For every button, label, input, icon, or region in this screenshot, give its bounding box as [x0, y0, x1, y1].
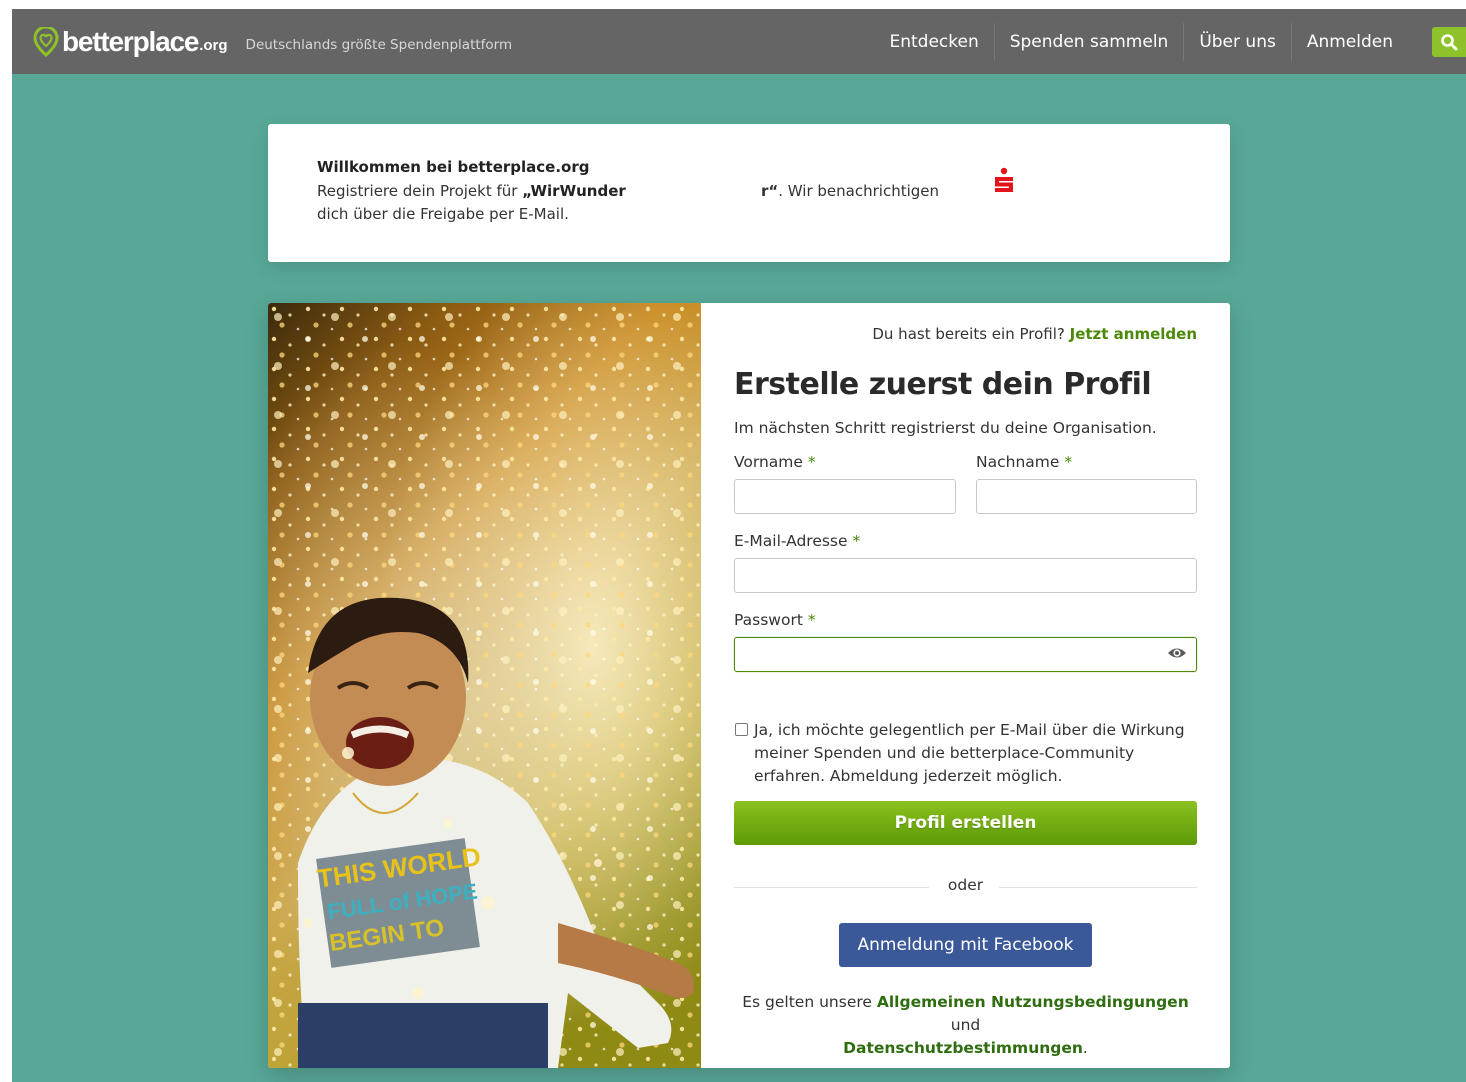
nav-ueber-uns[interactable]: Über uns	[1183, 22, 1291, 61]
betterplace-logo[interactable]: betterplace .org	[32, 26, 228, 58]
logo-wordmark: betterplace	[62, 25, 199, 57]
login-hint-text: Du hast bereits ein Profil?	[872, 325, 1070, 343]
login-link[interactable]: Jetzt anmelden	[1070, 325, 1197, 343]
nav-spenden-sammeln[interactable]: Spenden sammeln	[993, 22, 1184, 61]
firstname-label-text: Vorname	[734, 453, 803, 471]
lastname-label-text: Nachname	[976, 453, 1060, 471]
firstname-input[interactable]	[734, 479, 956, 514]
firstname-label: Vorname *	[734, 453, 816, 471]
registration-card: THIS WORLD FULL of HOPE BEGIN TO Du hast…	[268, 303, 1230, 1068]
email-label-text: E-Mail-Adresse	[734, 532, 848, 550]
terms-notice: Es gelten unsere Allgemeinen Nutzungsbed…	[734, 991, 1197, 1060]
required-mark: *	[852, 532, 861, 550]
show-password-eye-icon[interactable]	[1167, 646, 1187, 660]
terms-prefix: Es gelten unsere	[742, 993, 877, 1011]
welcome-title: Willkommen bei betterplace.org	[317, 158, 590, 176]
facebook-login-button[interactable]: Anmeldung mit Facebook	[839, 923, 1092, 967]
welcome-text-line1: Registriere dein Projekt für „WirWunder	[317, 182, 626, 200]
terms-link[interactable]: Allgemeinen Nutzungsbedingungen	[877, 993, 1189, 1011]
newsletter-checkbox[interactable]	[735, 723, 748, 736]
privacy-link[interactable]: Datenschutzbestimmungen	[843, 1039, 1083, 1057]
terms-suffix: .	[1082, 1039, 1088, 1057]
campaign-name-end: r“	[761, 182, 779, 200]
campaign-name: „WirWunder	[522, 182, 626, 200]
password-input[interactable]	[734, 637, 1197, 672]
welcome-text-end: . Wir benachrichtigen	[778, 182, 940, 200]
welcome-card: Willkommen bei betterplace.org Registrie…	[268, 124, 1230, 262]
main-nav: Entdecken Spenden sammeln Über uns Anmel…	[874, 9, 1408, 74]
heart-pin-icon	[33, 26, 59, 57]
divider-or: oder	[947, 876, 984, 894]
search-button[interactable]	[1432, 27, 1466, 57]
email-input[interactable]	[734, 558, 1197, 593]
required-mark: *	[1064, 453, 1073, 471]
welcome-text-prefix: Registriere dein Projekt für	[317, 182, 523, 200]
welcome-text-line1-end: r“. Wir benachrichtigen	[761, 182, 939, 200]
welcome-text-line2: dich über die Freigabe per E-Mail.	[317, 205, 569, 223]
email-label: E-Mail-Adresse *	[734, 532, 860, 550]
search-icon	[1441, 34, 1458, 51]
nav-entdecken[interactable]: Entdecken	[874, 23, 993, 61]
logo-tld: .org	[199, 37, 228, 54]
create-profile-button[interactable]: Profil erstellen	[734, 801, 1197, 845]
top-navigation-bar: betterplace .org Deutschlands größte Spe…	[12, 9, 1466, 74]
sparkasse-icon	[995, 167, 1013, 192]
nav-anmelden[interactable]: Anmelden	[1290, 22, 1408, 61]
terms-and: und	[950, 1016, 981, 1034]
lastname-label: Nachname *	[976, 453, 1072, 471]
hero-photo: THIS WORLD FULL of HOPE BEGIN TO	[268, 303, 701, 1068]
login-hint: Du hast bereits ein Profil? Jetzt anmeld…	[872, 325, 1197, 343]
lastname-input[interactable]	[976, 479, 1197, 514]
password-label: Passwort *	[734, 611, 816, 629]
page-background: betterplace .org Deutschlands größte Spe…	[12, 9, 1466, 1082]
password-label-text: Passwort	[734, 611, 803, 629]
newsletter-text: Ja, ich möchte gelegentlich per E-Mail ü…	[754, 721, 1185, 785]
form-subtitle: Im nächsten Schritt registrierst du dein…	[734, 419, 1157, 437]
required-mark: *	[807, 611, 816, 629]
required-mark: *	[807, 453, 816, 471]
child-in-water-spray-image: THIS WORLD FULL of HOPE BEGIN TO	[268, 303, 701, 1068]
form-title: Erstelle zuerst dein Profil	[734, 367, 1152, 402]
site-tagline: Deutschlands größte Spendenplattform	[245, 36, 513, 53]
